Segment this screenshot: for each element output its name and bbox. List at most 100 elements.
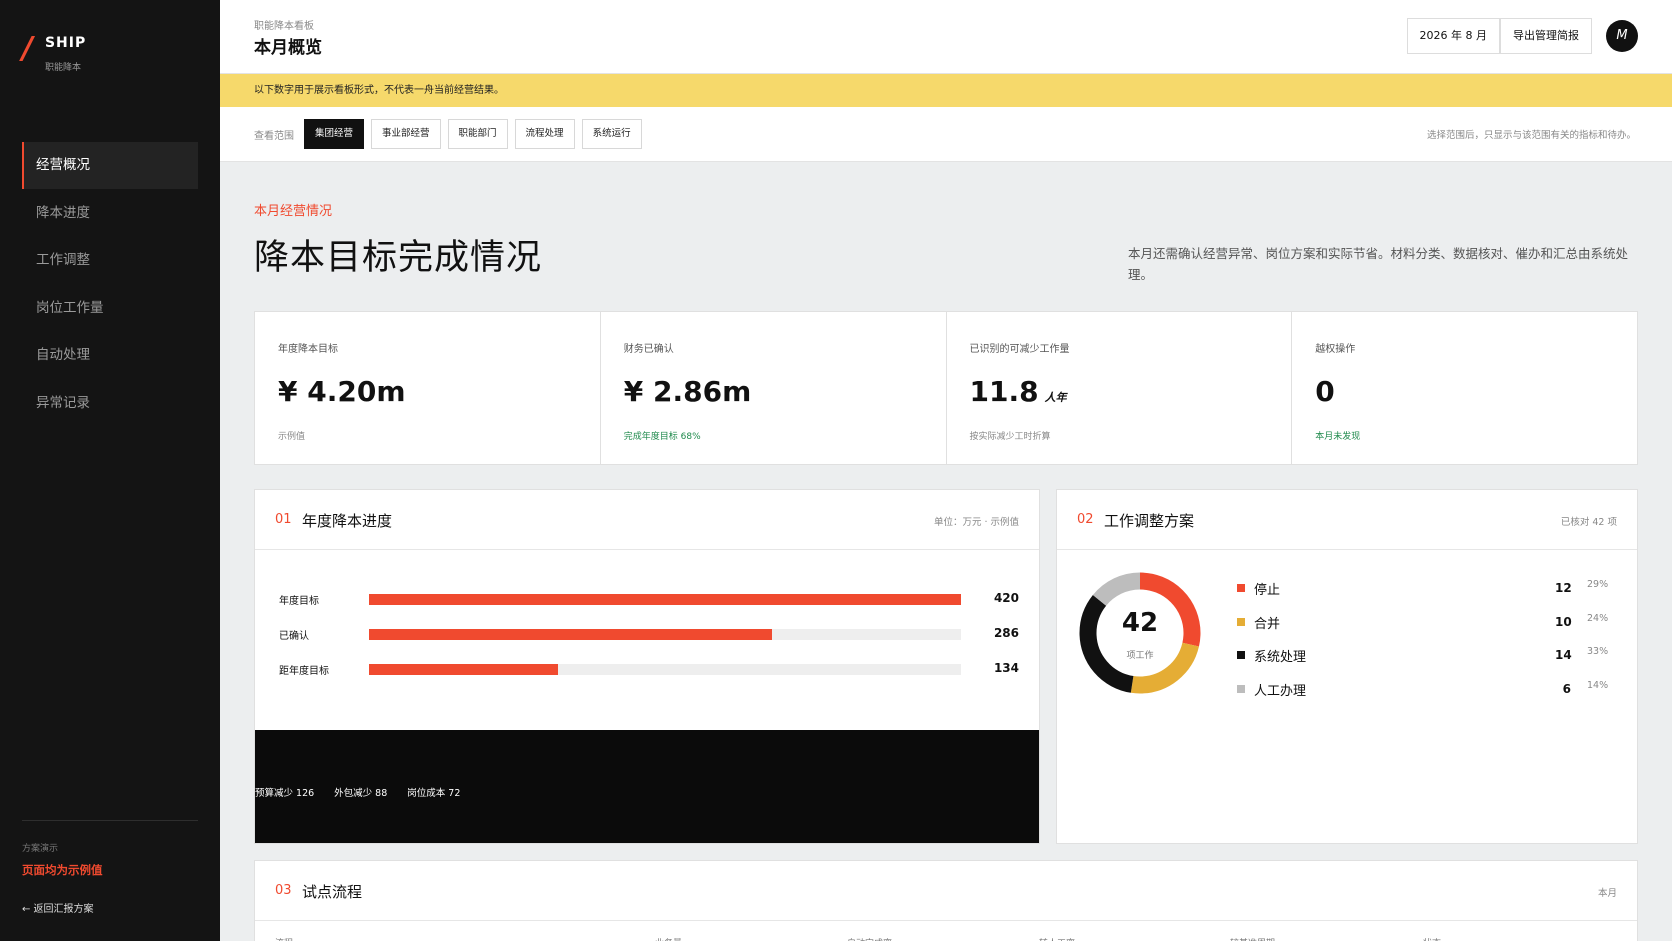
legend-label: 系统处理 (1254, 650, 1307, 665)
bar-data-label: 420 (993, 591, 1019, 605)
legend-label: 停止 (1254, 583, 1281, 598)
bar-track (369, 629, 961, 640)
bar-track (369, 664, 961, 675)
card-meta: 已核对 42 项 (1560, 517, 1617, 528)
kpi-label: 年度降本目标 (278, 344, 338, 355)
bar-tick-label: 距年度目标 (279, 666, 329, 677)
card-number: 02 (1077, 512, 1094, 527)
kpi-note: 完成年度目标 68% (623, 432, 701, 442)
bar-tick-label: 已确认 (279, 631, 309, 642)
legend-swatch (1237, 685, 1245, 693)
bar-row: 距年度目标 134 (279, 659, 1019, 679)
column-header: 自动完成率 (847, 936, 892, 941)
work-adjustment-card: 02 工作调整方案 已核对 42 项 42 项工作 停止 12 29% 合并 10 24%… (1056, 489, 1638, 844)
section-tag: 本月经营情况 (254, 204, 333, 219)
kpi-value-number: ¥ 2.86m (623, 375, 752, 408)
bar-data-label: 134 (993, 661, 1019, 675)
kpi-note: 本月未发现 (1315, 432, 1361, 442)
sidebar-item-5[interactable]: 异常记录 (22, 380, 198, 427)
brand-logo[interactable]: / SHIP 职能降本 (22, 31, 87, 74)
legend-percent: 33% (1587, 646, 1609, 657)
kpi-card: 年度降本目标 ¥ 4.20m 示例值 (255, 312, 601, 464)
donut-total: 42 (1121, 608, 1159, 638)
page-title: 本月概览 (254, 38, 322, 58)
legend-count: 6 (1562, 682, 1571, 696)
card-header: 02 工作调整方案 已核对 42 项 (1057, 490, 1637, 550)
bar-row: 年度目标 420 (279, 589, 1019, 609)
card-title: 试点流程 (302, 883, 363, 901)
kpi-value: ¥ 2.86m (624, 375, 923, 408)
main-area: 职能降本看板 本月概览 2026 年 8 月 导出管理简报 M 以下数字用于展示… (220, 0, 1672, 941)
bar-track (369, 594, 961, 605)
kpi-label: 已识别的可减少工作量 (969, 344, 1070, 355)
legend-item: 人工办理 6 14% (1237, 680, 1609, 700)
sidebar-item-3[interactable]: 岗位工作量 (22, 285, 198, 332)
scope-tabs: 集团经营 事业部经营 职能部门 流程处理 系统运行 (304, 119, 649, 149)
kpi-value: ¥ 4.20m (278, 375, 577, 408)
scope-tab-2[interactable]: 职能部门 (447, 119, 508, 149)
bar-data-label: 286 (993, 626, 1019, 640)
section-description: 本月还需确认经营异常、岗位方案和实际节省。材料分类、数据核对、催办和汇总由系统处… (1128, 246, 1629, 282)
legend-item: 停止 12 29% (1237, 579, 1608, 599)
slash-logo-icon: / (22, 31, 33, 66)
card-header: 03 试点流程 本月 (255, 861, 1637, 921)
kpi-unit: 人年 (1044, 391, 1067, 404)
scope-tab-3[interactable]: 流程处理 (514, 119, 575, 149)
sidebar-item-1[interactable]: 降本进度 (22, 190, 198, 237)
breakdown-item: 外包减少 88 (334, 788, 388, 799)
sidebar-item-2[interactable]: 工作调整 (22, 237, 198, 284)
legend-count: 14 (1555, 648, 1572, 662)
footer-caption: 方案演示 (22, 844, 59, 854)
savings-breakdown-strip: 预算减少 126 外包减少 88 岗位成本 72 (255, 730, 1039, 843)
legend-percent: 14% (1587, 680, 1609, 691)
legend-swatch (1237, 651, 1245, 659)
scope-tab-0[interactable]: 集团经营 (304, 119, 365, 149)
bar-0 (369, 594, 961, 605)
kpi-note: 示例值 (278, 432, 306, 442)
sidebar-nav: 经营概况 降本进度 工作调整 岗位工作量 自动处理 异常记录 (22, 142, 198, 427)
back-link[interactable]: ← 返回汇报方案 (22, 900, 198, 915)
brand-subtitle: 职能降本 (44, 63, 81, 73)
legend-swatch (1237, 584, 1245, 592)
breakdown-item: 岗位成本 72 (407, 788, 461, 799)
pilot-process-card: 03 试点流程 本月 流程 业务量 自动完成率 转人工率 较基准周期 状态 (254, 860, 1638, 941)
scope-tab-4[interactable]: 系统运行 (581, 119, 642, 149)
kpi-label: 越权操作 (1315, 344, 1356, 355)
kpi-card: 财务已确认 ¥ 2.86m 完成年度目标 68% (601, 312, 947, 464)
section-title: 降本目标完成情况 (254, 238, 543, 278)
avatar[interactable]: M (1606, 20, 1638, 52)
sidebar: / SHIP 职能降本 经营概况 降本进度 工作调整 岗位工作量 自动处理 异常记录 方案… (0, 0, 220, 941)
legend-swatch (1237, 618, 1245, 626)
legend-count: 12 (1555, 581, 1572, 595)
kpi-value: 11.8 人年 (970, 375, 1269, 408)
column-header: 流程 (275, 936, 293, 941)
kpi-value-number: ¥ 4.20m (278, 375, 406, 408)
breakdown-item: 预算减少 126 (255, 788, 315, 799)
legend-label: 人工办理 (1254, 684, 1307, 699)
annual-progress-card: 01 年度降本进度 单位：万元 · 示例值 年度目标 420 已确认 286 距年度目标… (254, 489, 1040, 844)
sidebar-item-4[interactable]: 自动处理 (22, 332, 198, 379)
footer-note: 页面均为示例值 (22, 863, 103, 877)
export-report-button[interactable]: 导出管理简报 (1500, 18, 1592, 54)
page-header: 职能降本看板 本月概览 2026 年 8 月 导出管理简报 M (220, 0, 1672, 74)
bar-1 (369, 629, 773, 640)
kpi-card: 越权操作 0 本月未发现 (1292, 312, 1637, 464)
scope-bar: 查看范围 集团经营 事业部经营 职能部门 流程处理 系统运行 选择范围后，只显示与该范围… (220, 107, 1672, 162)
bar-row: 已确认 286 (279, 624, 1019, 644)
scope-hint: 选择范围后，只显示与该范围有关的指标和待办。 (1426, 130, 1636, 141)
scope-tab-1[interactable]: 事业部经营 (371, 119, 441, 149)
card-number: 03 (275, 883, 292, 898)
kpi-note: 按实际减少工时折算 (969, 432, 1051, 442)
breadcrumb[interactable]: 职能降本看板 (254, 17, 314, 32)
notice-banner: 以下数字用于展示看板形式，不代表一舟当前经营结果。 (220, 74, 1672, 107)
card-header: 01 年度降本进度 单位：万元 · 示例值 (255, 490, 1039, 550)
month-select-button[interactable]: 2026 年 8 月 (1406, 18, 1500, 54)
bar-tick-label: 年度目标 (279, 596, 319, 607)
legend-label: 合并 (1254, 617, 1281, 632)
column-header: 较基准周期 (1230, 936, 1275, 941)
legend-percent: 24% (1587, 613, 1609, 624)
brand-name: SHIP (44, 35, 87, 51)
column-header: 业务量 (655, 936, 682, 941)
sidebar-item-0[interactable]: 经营概况 (22, 142, 198, 189)
kpi-value-number: 0 (1315, 375, 1335, 408)
